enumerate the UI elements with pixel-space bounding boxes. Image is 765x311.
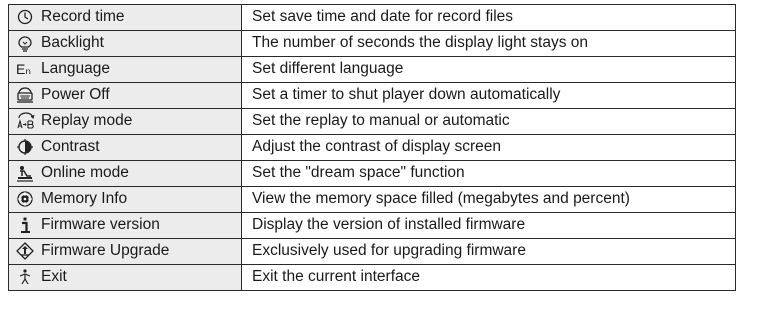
- table-row: Firmware version Display the version of …: [8, 212, 736, 239]
- setting-label: Power Off: [41, 86, 110, 104]
- setting-label: Contrast: [41, 138, 100, 156]
- setting-description-cell: Display the version of installed firmwar…: [241, 212, 736, 239]
- setting-description: Set different language: [252, 60, 404, 78]
- setting-description: Exit the current interface: [252, 268, 420, 286]
- bulb-icon: [16, 34, 38, 53]
- setting-name-cell: Exit: [8, 264, 242, 291]
- setting-description: Exclusively used for upgrading firmware: [252, 242, 526, 260]
- setting-description-cell: Set a timer to shut player down automati…: [241, 82, 736, 109]
- replay-ab-icon: [16, 112, 38, 130]
- setting-label: Backlight: [41, 34, 104, 52]
- setting-name-cell: Firmware version: [8, 212, 242, 239]
- power-timer-icon: [16, 86, 38, 104]
- setting-label: Firmware version: [41, 216, 160, 234]
- setting-label: Firmware Upgrade: [41, 242, 170, 260]
- memory-icon: [16, 190, 38, 208]
- setting-label: Online mode: [41, 164, 129, 182]
- setting-description: Display the version of installed firmwar…: [252, 216, 526, 234]
- setting-description-cell: Set save time and date for record files: [241, 4, 736, 31]
- table-row: Online mode Set the "dream space" functi…: [8, 160, 736, 187]
- table-row: Contrast Adjust the contrast of display …: [8, 134, 736, 161]
- setting-name-cell: Backlight: [8, 30, 242, 57]
- setting-name-cell: Memory Info: [8, 186, 242, 213]
- table-row: Backlight The number of seconds the disp…: [8, 30, 736, 57]
- exit-icon: [16, 268, 38, 286]
- setting-label: Replay mode: [41, 112, 133, 130]
- info-icon: [16, 216, 38, 234]
- clock-icon: [16, 8, 38, 26]
- table-row: Power Off Set a timer to shut player dow…: [8, 82, 736, 109]
- contrast-icon: [16, 138, 38, 156]
- setting-description: Set a timer to shut player down automati…: [252, 86, 561, 104]
- setting-label: Memory Info: [41, 190, 128, 208]
- table-row: Firmware Upgrade Exclusively used for up…: [8, 238, 736, 265]
- setting-description: Set the replay to manual or automatic: [252, 112, 510, 130]
- setting-description-cell: Exclusively used for upgrading firmware: [241, 238, 736, 265]
- setting-description: View the memory space filled (megabytes …: [252, 190, 630, 208]
- table-row: Memory Info View the memory space filled…: [8, 186, 736, 213]
- table-row: Eₙ Language Set different language: [8, 56, 736, 83]
- setting-name-cell: Power Off: [8, 82, 242, 109]
- setting-name-cell: Online mode: [8, 160, 242, 187]
- upgrade-icon: [16, 242, 38, 261]
- setting-label: Exit: [41, 268, 67, 286]
- language-icon: Eₙ: [16, 60, 31, 77]
- table-row: Record time Set save time and date for r…: [8, 4, 736, 31]
- setting-name-cell: Replay mode: [8, 108, 242, 135]
- setting-name-cell: Contrast: [8, 134, 242, 161]
- setting-name-cell: Record time: [8, 4, 242, 31]
- online-icon: [16, 164, 38, 183]
- setting-description: Adjust the contrast of display screen: [252, 138, 501, 156]
- table-row: Replay mode Set the replay to manual or …: [8, 108, 736, 135]
- setting-description: Set the "dream space" function: [252, 164, 465, 182]
- setting-description-cell: Set the replay to manual or automatic: [241, 108, 736, 135]
- setting-description: The number of seconds the display light …: [252, 34, 589, 52]
- setting-label: Language: [41, 60, 110, 78]
- setting-description: Set save time and date for record files: [252, 8, 514, 26]
- setting-description-cell: Exit the current interface: [241, 264, 736, 291]
- setting-description-cell: Adjust the contrast of display screen: [241, 134, 736, 161]
- setting-name-cell: Eₙ Language: [8, 56, 242, 83]
- setting-description-cell: The number of seconds the display light …: [241, 30, 736, 57]
- settings-table: Record time Set save time and date for r…: [8, 4, 736, 291]
- setting-name-cell: Firmware Upgrade: [8, 238, 242, 265]
- table-row: Exit Exit the current interface: [8, 264, 736, 291]
- setting-description-cell: Set the "dream space" function: [241, 160, 736, 187]
- setting-description-cell: View the memory space filled (megabytes …: [241, 186, 736, 213]
- setting-description-cell: Set different language: [241, 56, 736, 83]
- setting-label: Record time: [41, 8, 125, 26]
